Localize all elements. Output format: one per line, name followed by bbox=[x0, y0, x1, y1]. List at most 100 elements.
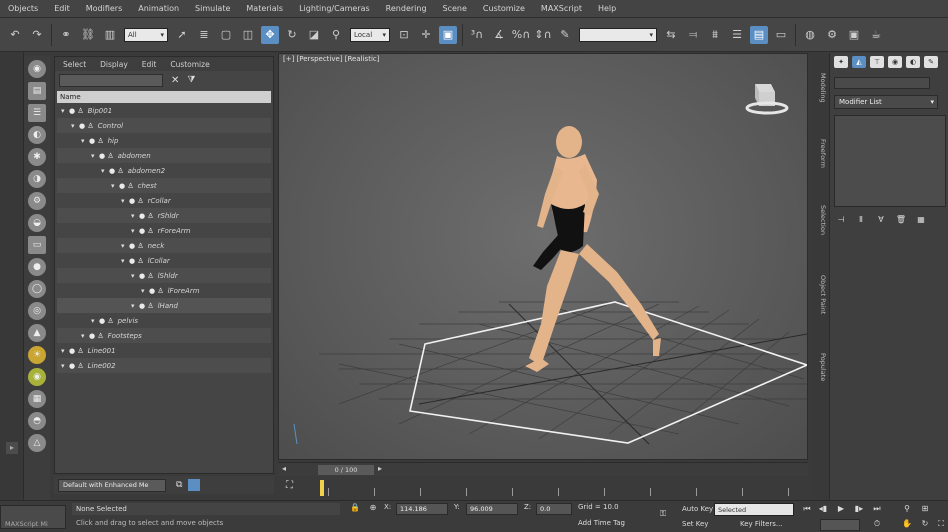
scene-menu-edit[interactable]: Edit bbox=[142, 60, 157, 69]
selection-filter-dropdown[interactable]: All ▾ bbox=[124, 27, 168, 42]
tab-object-paint[interactable]: Object Paint bbox=[815, 275, 827, 314]
tree-row[interactable]: ▾ ● ♙ Bip001 bbox=[57, 103, 271, 118]
z-coordinate-field[interactable]: 0.0 bbox=[536, 503, 572, 515]
object-name-field[interactable] bbox=[834, 77, 930, 89]
zoom-extents-icon[interactable]: ⊞ bbox=[918, 504, 932, 516]
align-icon[interactable]: ⫤ bbox=[684, 26, 702, 44]
go-to-start-icon[interactable]: ⏮ bbox=[800, 504, 814, 516]
pyramid-icon[interactable]: △ bbox=[28, 434, 46, 452]
sphere-icon[interactable]: ● bbox=[28, 258, 46, 276]
expand-triangle-icon[interactable]: ▾ bbox=[121, 242, 129, 250]
expand-arrow-icon[interactable]: ▸ bbox=[6, 442, 18, 454]
perspective-viewport[interactable]: [+] [Perspective] [Realistic] bbox=[278, 53, 808, 460]
expand-triangle-icon[interactable]: ▾ bbox=[91, 317, 99, 325]
layer-dropdown[interactable]: Default with Enhanced Me bbox=[58, 478, 166, 492]
document-icon[interactable]: ▤ bbox=[28, 82, 46, 100]
y-coordinate-field[interactable]: 96.009 bbox=[466, 503, 518, 515]
unlink-icon[interactable]: ⛓ bbox=[79, 26, 97, 44]
select-and-scale-icon[interactable]: ◪ bbox=[305, 26, 323, 44]
window-crossing-icon[interactable]: ◫ bbox=[239, 26, 257, 44]
key-filters-button[interactable]: Key Filters... bbox=[740, 518, 783, 530]
visibility-bone-icon[interactable]: ● ♙ bbox=[79, 122, 94, 130]
visibility-bone-icon[interactable]: ● ♙ bbox=[119, 182, 134, 190]
tree-row[interactable]: ▾ ● ♙ Footsteps bbox=[57, 328, 271, 343]
menu-modifiers[interactable]: Modifiers bbox=[86, 4, 123, 13]
visibility-bone-icon[interactable]: ● ♙ bbox=[69, 107, 84, 115]
curve-editor-icon[interactable]: ▭ bbox=[772, 26, 790, 44]
link-icon[interactable]: ⚭ bbox=[57, 26, 75, 44]
expand-triangle-icon[interactable]: ▾ bbox=[131, 272, 139, 280]
select-by-name-icon[interactable]: ≣ bbox=[195, 26, 213, 44]
tree-row[interactable]: ▾ ● ♙ rCollar bbox=[57, 193, 271, 208]
go-to-end-icon[interactable]: ⏭ bbox=[870, 504, 884, 516]
mirror-icon[interactable]: ⇆ bbox=[662, 26, 680, 44]
expand-triangle-icon[interactable]: ▾ bbox=[141, 287, 149, 295]
tree-row[interactable]: ▾ ● ♙ hip bbox=[57, 133, 271, 148]
spinner-snap-icon[interactable]: ⇕∩ bbox=[534, 26, 552, 44]
list-icon[interactable]: ☰ bbox=[28, 104, 46, 122]
menu-help[interactable]: Help bbox=[598, 4, 616, 13]
show-end-result-icon[interactable]: Ⅱ bbox=[854, 215, 868, 227]
tab-modeling[interactable]: Modeling bbox=[815, 73, 827, 103]
tree-row[interactable]: ▾ ● ♙ lHand bbox=[57, 298, 271, 313]
next-frame-icon[interactable]: ▮▸ bbox=[852, 504, 866, 516]
tree-row[interactable]: ▾ ● ♙ Line002 bbox=[57, 358, 271, 373]
rendered-frame-window-icon[interactable]: ▣ bbox=[845, 26, 863, 44]
torus-icon[interactable]: ◎ bbox=[28, 302, 46, 320]
maxscript-listener[interactable]: MAXScript Mi bbox=[0, 505, 66, 529]
grid-icon[interactable]: ▦ bbox=[28, 390, 46, 408]
select-and-rotate-icon[interactable]: ↻ bbox=[283, 26, 301, 44]
menu-customize[interactable]: Customize bbox=[483, 4, 525, 13]
orbit-icon[interactable]: ↻ bbox=[918, 519, 932, 531]
menu-simulate[interactable]: Simulate bbox=[195, 4, 230, 13]
track-bar[interactable]: ⛶ bbox=[278, 476, 808, 500]
expand-triangle-icon[interactable]: ▾ bbox=[71, 122, 79, 130]
named-selection-sets-dropdown[interactable]: ▾ bbox=[579, 27, 657, 42]
visibility-bone-icon[interactable]: ● ♙ bbox=[129, 197, 144, 205]
light-icon[interactable]: ✱ bbox=[28, 148, 46, 166]
prev-frame-arrow-icon[interactable]: ◂ bbox=[282, 464, 286, 473]
tab-freeform[interactable]: Freeform bbox=[815, 139, 827, 168]
menu-materials[interactable]: Materials bbox=[246, 4, 283, 13]
tab-selection[interactable]: Selection bbox=[815, 205, 827, 235]
scene-menu-display[interactable]: Display bbox=[100, 60, 128, 69]
rectangular-selection-icon[interactable]: ▢ bbox=[217, 26, 235, 44]
tree-row[interactable]: ▾ ● ♙ abdomen2 bbox=[57, 163, 271, 178]
display-tab-icon[interactable]: ◐ bbox=[906, 56, 920, 68]
visibility-bone-icon[interactable]: ● ♙ bbox=[139, 302, 154, 310]
expand-triangle-icon[interactable]: ▾ bbox=[91, 152, 99, 160]
lock-selection-icon[interactable]: 🔒 bbox=[348, 503, 362, 515]
undo-icon[interactable]: ↶ bbox=[6, 26, 24, 44]
add-time-tag[interactable]: Add Time Tag bbox=[578, 519, 625, 527]
tree-row[interactable]: ▾ ● ♙ Control bbox=[57, 118, 271, 133]
tree-row[interactable]: ▾ ● ♙ rShldr bbox=[57, 208, 271, 223]
make-unique-icon[interactable]: ∀ bbox=[874, 215, 888, 227]
menu-lighting-cameras[interactable]: Lighting/Cameras bbox=[299, 4, 370, 13]
space-warp-icon[interactable]: ◒ bbox=[28, 214, 46, 232]
expand-triangle-icon[interactable]: ▾ bbox=[111, 182, 119, 190]
create-tab-icon[interactable]: ✦ bbox=[834, 56, 848, 68]
tree-row[interactable]: ▾ ● ♙ pelvis bbox=[57, 313, 271, 328]
material-editor-icon[interactable]: ◍ bbox=[801, 26, 819, 44]
expand-triangle-icon[interactable]: ▾ bbox=[61, 347, 69, 355]
tree-row[interactable]: ▾ ● ♙ neck bbox=[57, 238, 271, 253]
tree-row[interactable]: ▾ ● ♙ chest bbox=[57, 178, 271, 193]
configure-modifier-sets-icon[interactable]: ▦ bbox=[914, 215, 928, 227]
frame-ruler[interactable] bbox=[328, 480, 800, 496]
expand-triangle-icon[interactable]: ▾ bbox=[121, 197, 129, 205]
tree-row[interactable]: ▾ ● ♙ lShldr bbox=[57, 268, 271, 283]
sun-icon[interactable]: ☀ bbox=[28, 346, 46, 364]
camera-icon[interactable]: ◐ bbox=[28, 126, 46, 144]
current-frame-field[interactable] bbox=[820, 519, 860, 531]
visibility-bone-icon[interactable]: ● ♙ bbox=[129, 242, 144, 250]
menu-objects[interactable]: Objects bbox=[8, 4, 38, 13]
keyboard-shortcut-override-icon[interactable]: ▣ bbox=[439, 25, 457, 44]
time-config-icon[interactable]: ⏱ bbox=[870, 519, 884, 531]
edit-named-selections-icon[interactable]: ✎ bbox=[556, 26, 574, 44]
play-icon[interactable]: ▶ bbox=[834, 504, 848, 516]
menu-maxscript[interactable]: MAXScript bbox=[541, 4, 582, 13]
key-icon[interactable]: ⚿ bbox=[656, 509, 670, 521]
modifier-list-dropdown[interactable]: Modifier List ▾ bbox=[834, 95, 938, 109]
visibility-bone-icon[interactable]: ● ♙ bbox=[129, 257, 144, 265]
remove-modifier-icon[interactable]: 🗑 bbox=[894, 215, 908, 227]
